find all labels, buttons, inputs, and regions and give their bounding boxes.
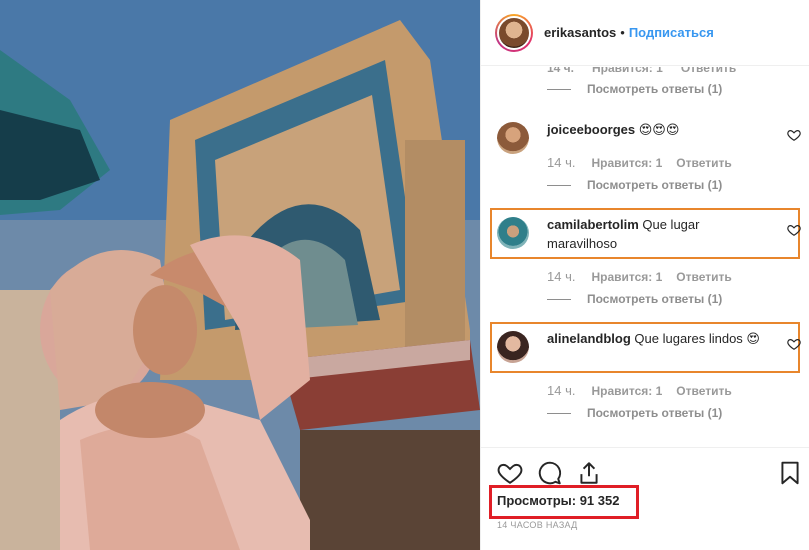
post-photo — [0, 0, 480, 550]
comment-item: camilabertolim Que lugar maravilhoso — [495, 215, 801, 255]
heart-icon[interactable] — [787, 223, 801, 237]
comment-reply-button[interactable]: Ответить — [676, 270, 731, 284]
heart-icon[interactable] — [787, 128, 801, 142]
view-replies-button[interactable]: Посмотреть ответы (1) — [547, 82, 722, 96]
post-media[interactable] — [0, 0, 480, 550]
commenter-username[interactable]: joiceeboorges — [547, 122, 635, 137]
comment-likes[interactable]: Нравится: 1 — [591, 384, 662, 398]
comment-meta: 14 ч. Нравится: 1 Ответить — [547, 155, 746, 170]
comment-item: alinelandblog Que lugares lindos 😍 — [495, 329, 801, 369]
comment-text: alinelandblog Que lugares lindos 😍 — [547, 329, 767, 348]
view-replies-label: Посмотреть ответы (1) — [587, 82, 723, 96]
commenter-username[interactable]: alinelandblog — [547, 331, 631, 346]
comment-time: 14 ч. — [547, 155, 576, 170]
heart-icon[interactable] — [497, 460, 523, 486]
views-count[interactable]: Просмотры: 91 352 — [497, 493, 619, 508]
post-side-panel: erikasantos • Подписаться 14 ч. Нравится… — [480, 0, 809, 550]
clipped-comment-meta: 14 ч. Нравится: 1 Ответить — [547, 67, 736, 75]
replies-line — [547, 298, 571, 300]
comment-time: 14 ч. — [547, 269, 576, 284]
replies-line — [547, 184, 571, 186]
comment-text: joiceeboorges 😍😍😍 — [547, 120, 767, 139]
comment-time: 14 ч. — [547, 67, 574, 75]
bookmark-icon[interactable] — [777, 460, 803, 486]
commenter-avatar[interactable] — [497, 122, 529, 154]
view-replies-label: Посмотреть ответы (1) — [587, 178, 723, 192]
view-replies-label: Посмотреть ответы (1) — [587, 292, 723, 306]
heart-icon[interactable] — [787, 337, 801, 351]
follow-button[interactable]: Подписаться — [629, 25, 714, 40]
comment-time: 14 ч. — [547, 383, 576, 398]
comment-reply-button[interactable]: Ответить — [676, 156, 731, 170]
commenter-username[interactable]: camilabertolim — [547, 217, 639, 232]
post-actions: Просмотры: 91 352 14 часов назад — [481, 447, 809, 550]
comment-reply-button[interactable]: Ответить — [681, 67, 736, 75]
commenter-avatar[interactable] — [497, 331, 529, 363]
post-header: erikasantos • Подписаться — [481, 0, 809, 66]
view-replies-label: Посмотреть ответы (1) — [587, 406, 723, 420]
view-replies-button[interactable]: Посмотреть ответы (1) — [547, 178, 722, 192]
post-timestamp: 14 часов назад — [497, 520, 578, 530]
comment-item: joiceeboorges 😍😍😍 — [495, 120, 801, 160]
comment-icon[interactable] — [537, 460, 563, 486]
comment-likes[interactable]: Нравится: 1 — [592, 67, 663, 75]
view-replies-button[interactable]: Посмотреть ответы (1) — [547, 292, 722, 306]
comment-meta: 14 ч. Нравится: 1 Ответить — [547, 383, 746, 398]
replies-line — [547, 412, 571, 414]
author-username[interactable]: erikasantos — [544, 25, 616, 40]
avatar-image — [497, 15, 531, 50]
commenter-avatar[interactable] — [497, 217, 529, 249]
comment-body: Que lugares lindos 😍 — [630, 331, 760, 346]
comment-meta: 14 ч. Нравится: 1 Ответить — [547, 269, 746, 284]
comment-likes[interactable]: Нравится: 1 — [591, 156, 662, 170]
comment-body: 😍😍😍 — [635, 122, 680, 137]
view-replies-button[interactable]: Посмотреть ответы (1) — [547, 406, 722, 420]
comment-text: camilabertolim Que lugar maravilhoso — [547, 215, 767, 253]
author-avatar[interactable] — [495, 13, 533, 52]
share-icon[interactable] — [576, 460, 602, 486]
separator-dot: • — [620, 25, 625, 40]
comment-reply-button[interactable]: Ответить — [676, 384, 731, 398]
comments-list[interactable]: 14 ч. Нравится: 1 Ответить Посмотреть от… — [481, 67, 809, 447]
replies-line — [547, 88, 571, 90]
comment-likes[interactable]: Нравится: 1 — [591, 270, 662, 284]
